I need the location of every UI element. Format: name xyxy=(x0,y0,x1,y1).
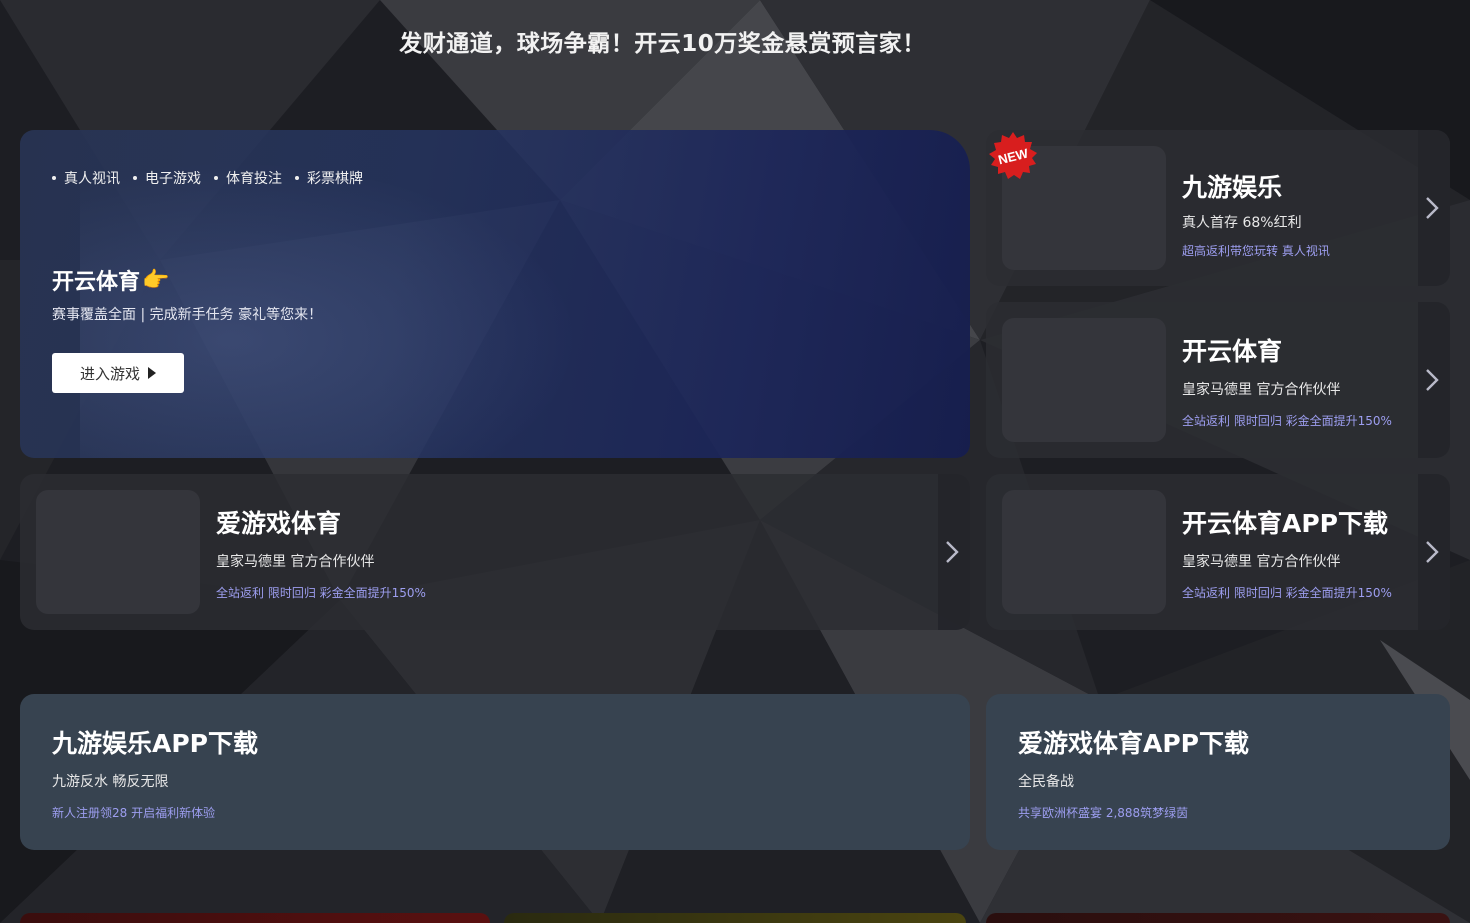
card-title: 爱游戏体育APP下载 xyxy=(1018,729,1249,758)
pointing-hand-icon: 👉 xyxy=(142,267,170,293)
card-title: 开云体育 xyxy=(1182,337,1283,366)
card-subtitle: 皇家马德里 官方合作伙伴 xyxy=(216,554,375,570)
hero-category-nav: 真人视讯 电子游戏 体育投注 彩票棋牌 xyxy=(52,168,363,188)
card-kaiyun-app-download[interactable]: 开云体育APP下载 皇家马德里 官方合作伙伴 全站返利 限时回归 彩金全面提升1… xyxy=(986,474,1450,630)
hero-description: 赛事覆盖全面 | 完成新手任务 豪礼等您来！ xyxy=(52,307,323,323)
card-subtitle: 皇家马德里 官方合作伙伴 xyxy=(1182,554,1341,570)
card-subtitle: 九游反水 畅反无限 xyxy=(52,774,169,790)
card-note: 全站返利 限时回归 彩金全面提升150% xyxy=(1182,414,1392,428)
chevron-right-icon xyxy=(1426,197,1439,219)
card-ayx-sports[interactable]: 爱游戏体育 皇家马德里 官方合作伙伴 全站返利 限时回归 彩金全面提升150% xyxy=(20,474,970,630)
card-note: 超高返利带您玩转 真人视讯 xyxy=(1182,244,1330,258)
hero-title: 开云体育 👉 xyxy=(52,267,170,296)
card-ayx-app-download[interactable]: 爱游戏体育APP下载 全民备战 共享欧洲杯盛宴 2,888筑梦绿茵 xyxy=(986,694,1450,850)
card-title: 九游娱乐 xyxy=(1182,173,1283,202)
promo-headline: 发财通道，球场争霸！开云10万奖金悬赏预言家！ xyxy=(399,31,926,57)
card-note: 新人注册领28 开启福利新体验 xyxy=(52,806,216,820)
card-note: 共享欧洲杯盛宴 2,888筑梦绿茵 xyxy=(1018,806,1189,820)
play-triangle-icon xyxy=(148,367,156,379)
bullet-icon xyxy=(214,176,218,180)
card-thumbnail xyxy=(1002,490,1166,614)
next-row-card-peek xyxy=(504,913,966,923)
next-row-card-peek xyxy=(986,913,1450,923)
card-title: 开云体育APP下载 xyxy=(1182,509,1388,538)
hero-nav-sports[interactable]: 体育投注 xyxy=(214,168,282,188)
card-kaiyun-sports[interactable]: 开云体育 皇家马德里 官方合作伙伴 全站返利 限时回归 彩金全面提升150% xyxy=(986,302,1450,458)
hero-nav-live-casino[interactable]: 真人视讯 xyxy=(52,168,120,188)
card-note: 全站返利 限时回归 彩金全面提升150% xyxy=(216,586,426,600)
card-thumbnail xyxy=(1002,318,1166,442)
card-title: 爱游戏体育 xyxy=(216,509,342,538)
hero-nav-slots[interactable]: 电子游戏 xyxy=(133,168,201,188)
hero-nav-lottery[interactable]: 彩票棋牌 xyxy=(295,168,363,188)
chevron-right-icon xyxy=(946,541,959,563)
chevron-right-icon xyxy=(1426,541,1439,563)
hero-banner[interactable]: 真人视讯 电子游戏 体育投注 彩票棋牌 开云体育 👉 赛事覆盖全面 | 完成新手任… xyxy=(20,130,970,458)
card-subtitle: 皇家马德里 官方合作伙伴 xyxy=(1182,382,1341,398)
card-thumbnail xyxy=(36,490,200,614)
card-subtitle: 全民备战 xyxy=(1018,774,1074,790)
next-row-card-peek xyxy=(20,913,490,923)
card-subtitle: 真人首存 68%红利 xyxy=(1182,215,1302,231)
card-jiuyou-entertainment[interactable]: 九游娱乐 真人首存 68%红利 超高返利带您玩转 真人视讯 xyxy=(986,130,1450,286)
bullet-icon xyxy=(52,176,56,180)
card-note: 全站返利 限时回归 彩金全面提升150% xyxy=(1182,586,1392,600)
bullet-icon xyxy=(295,176,299,180)
card-title: 九游娱乐APP下载 xyxy=(52,729,258,758)
chevron-right-icon xyxy=(1426,369,1439,391)
new-badge: NEW xyxy=(988,131,1038,181)
bullet-icon xyxy=(133,176,137,180)
card-jiuyou-app-download[interactable]: 九游娱乐APP下载 九游反水 畅反无限 新人注册领28 开启福利新体验 xyxy=(20,694,970,850)
enter-game-button[interactable]: 进入游戏 xyxy=(52,353,184,393)
